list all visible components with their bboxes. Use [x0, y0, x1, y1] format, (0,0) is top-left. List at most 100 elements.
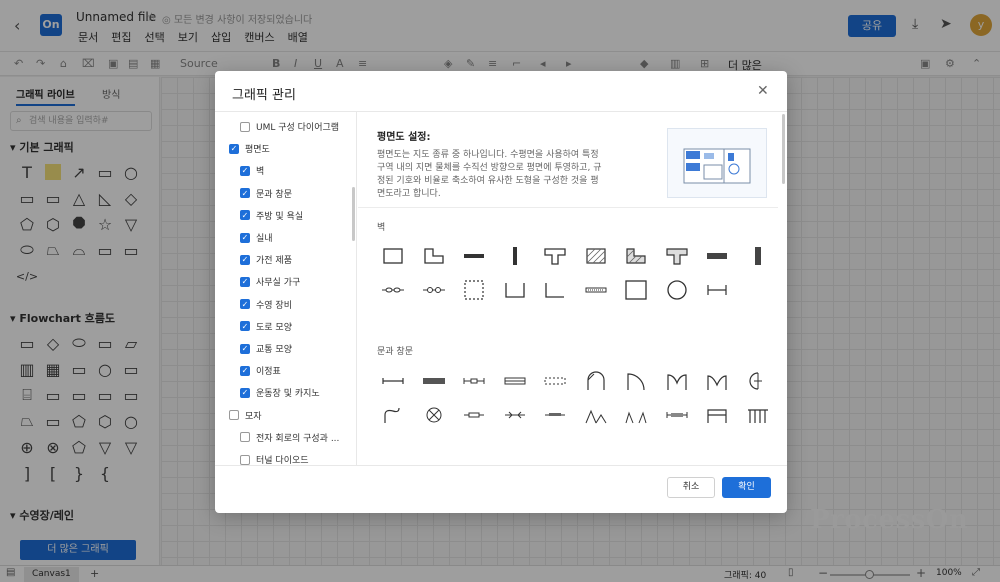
- wall-hatched-l-symbol[interactable]: [616, 241, 657, 271]
- category-item[interactable]: ✓ 문과 창문: [240, 187, 292, 200]
- window-split-symbol[interactable]: [454, 366, 495, 396]
- category-label: 이정표: [256, 367, 281, 378]
- shape-manager-dialog: 그래픽 관리 ✕ UML 구성 다이어그램 ✓ 평면도 ✓ 벽 ✓ 문과 창문 ✓ 주방 및 욕…: [215, 71, 787, 513]
- category-item[interactable]: ✓ 사무실 가구: [240, 275, 300, 288]
- group-label-doors-windows: 문과 창문: [377, 347, 413, 357]
- category-label: 도로 모양: [256, 322, 292, 333]
- wall-chain2-symbol[interactable]: [414, 275, 455, 305]
- door-arch-symbol[interactable]: [576, 366, 617, 396]
- category-item[interactable]: ✓ 가전 제품: [240, 253, 292, 266]
- door-panel-symbol[interactable]: [738, 400, 779, 430]
- wall-vertical-symbol[interactable]: [495, 241, 536, 271]
- door-frame-symbol[interactable]: [697, 400, 738, 430]
- group-label-wall: 벽: [377, 223, 386, 233]
- window-frame-symbol[interactable]: [495, 366, 536, 396]
- wall-square-symbol[interactable]: [616, 275, 657, 305]
- cancel-button[interactable]: 취소: [667, 477, 715, 498]
- window-dashed-symbol[interactable]: [535, 366, 576, 396]
- category-scrollbar[interactable]: [352, 187, 355, 241]
- category-item[interactable]: 터널 다이오드: [240, 453, 309, 465]
- door-track-symbol[interactable]: [657, 400, 698, 430]
- door-slide-symbol[interactable]: [535, 400, 576, 430]
- wall-t-symbol[interactable]: [535, 241, 576, 271]
- category-item[interactable]: UML 구성 다이어그램: [240, 120, 339, 133]
- wall-hatched-symbol[interactable]: [576, 241, 617, 271]
- wall-horizontal-symbol[interactable]: [454, 241, 495, 271]
- category-label: 사무실 가구: [256, 278, 301, 289]
- wall-dotted-bar-symbol[interactable]: [576, 275, 617, 305]
- dialog-title: 그래픽 관리: [232, 88, 296, 103]
- category-item[interactable]: ✓ 이정표: [240, 364, 281, 377]
- close-icon[interactable]: ✕: [757, 83, 769, 99]
- category-list: UML 구성 다이어그램 ✓ 평면도 ✓ 벽 ✓ 문과 창문 ✓ 주방 및 욕실 ✓ 실내 ✓ 가전 제…: [215, 112, 357, 465]
- category-checkbox[interactable]: ✓: [240, 165, 250, 176]
- category-label: 주방 및 욕실: [256, 211, 304, 222]
- door-double-swing2-symbol[interactable]: [697, 366, 738, 396]
- category-label: UML 구성 다이어그램: [256, 123, 340, 133]
- category-label: 전자 회로의 구성과 ...: [256, 433, 340, 444]
- category-checkbox[interactable]: ✓: [240, 232, 250, 243]
- category-checkbox[interactable]: [240, 432, 250, 443]
- category-item[interactable]: ✓ 수영 장비: [240, 298, 292, 311]
- category-checkbox[interactable]: ✓: [240, 276, 250, 287]
- category-item[interactable]: ✓ 실내: [240, 231, 273, 244]
- category-checkbox[interactable]: ✓: [240, 321, 250, 332]
- category-checkbox[interactable]: ✓: [240, 387, 250, 398]
- category-checkbox[interactable]: ✓: [240, 299, 250, 310]
- category-detail: 평면도 설정: 평면도는 지도 종류 중 하나입니다. 수평면을 사용하여 특정…: [358, 112, 787, 465]
- ok-button[interactable]: 확인: [722, 477, 771, 498]
- wall-dashed-room-symbol[interactable]: [454, 275, 495, 305]
- category-item[interactable]: ✓ 벽: [240, 164, 264, 177]
- door-single-swing-symbol[interactable]: [616, 366, 657, 396]
- category-label: 모자: [245, 411, 262, 422]
- door-double-fold-symbol[interactable]: [616, 400, 657, 430]
- door-circle-x-symbol[interactable]: [414, 400, 455, 430]
- category-label: 실내: [256, 234, 273, 244]
- category-label: 가전 제품: [256, 256, 292, 267]
- window-block-symbol[interactable]: [414, 366, 455, 396]
- wall-chain-symbol[interactable]: [373, 275, 414, 305]
- category-item[interactable]: ✓ 교통 모양: [240, 342, 292, 355]
- category-checkbox[interactable]: ✓: [240, 210, 250, 221]
- category-checkbox[interactable]: ✓: [240, 254, 250, 265]
- door-fold-symbol[interactable]: [576, 400, 617, 430]
- wall-hatched-t-symbol[interactable]: [657, 241, 698, 271]
- watermark: ProcessOn: [810, 505, 969, 535]
- category-label: 수영 장비: [256, 300, 292, 311]
- category-checkbox[interactable]: [240, 121, 250, 132]
- wall-room-symbol[interactable]: [373, 241, 414, 271]
- category-label: 터널 다이오드: [256, 456, 309, 465]
- door-sliding-curve-symbol[interactable]: [373, 400, 414, 430]
- category-label: 운동장 및 카지노: [256, 389, 320, 400]
- category-checkbox[interactable]: ✓: [240, 188, 250, 199]
- category-checkbox[interactable]: ✓: [240, 365, 250, 376]
- wall-dimension-symbol[interactable]: [697, 275, 738, 305]
- wall-thick-horizontal-symbol[interactable]: [697, 241, 738, 271]
- category-item[interactable]: 모자: [229, 409, 262, 422]
- wall-thick-vertical-symbol[interactable]: [738, 241, 779, 271]
- category-item[interactable]: 전자 회로의 구성과 ...: [240, 431, 339, 444]
- door-pocket-symbol[interactable]: [454, 400, 495, 430]
- window-single-symbol[interactable]: [373, 366, 414, 396]
- door-double-swing-symbol[interactable]: [657, 366, 698, 396]
- wall-circle-symbol[interactable]: [657, 275, 698, 305]
- detail-scrollbar[interactable]: [782, 114, 785, 184]
- category-checkbox[interactable]: ✓: [229, 143, 239, 154]
- category-checkbox[interactable]: ✓: [240, 343, 250, 354]
- wall-l-room-symbol[interactable]: [414, 241, 455, 271]
- category-item[interactable]: ✓ 운동장 및 카지노: [240, 386, 320, 399]
- description-title: 평면도 설정:: [377, 132, 431, 143]
- wall-u-symbol[interactable]: [495, 275, 536, 305]
- category-checkbox[interactable]: [229, 410, 239, 421]
- category-label: 교통 모양: [256, 345, 292, 355]
- wall-corner-symbol[interactable]: [535, 275, 576, 305]
- door-bifold-symbol[interactable]: [495, 400, 536, 430]
- door-revolving-symbol[interactable]: [738, 366, 779, 396]
- category-label: 문과 창문: [256, 189, 292, 200]
- wall-symbols-row-2: [373, 275, 738, 305]
- category-item[interactable]: ✓ 도로 모양: [240, 320, 292, 333]
- category-checkbox[interactable]: [240, 454, 250, 465]
- category-item[interactable]: ✓ 주방 및 욕실: [240, 209, 303, 222]
- category-item[interactable]: ✓ 평면도: [229, 142, 270, 155]
- door-symbols-row-2: [373, 400, 778, 430]
